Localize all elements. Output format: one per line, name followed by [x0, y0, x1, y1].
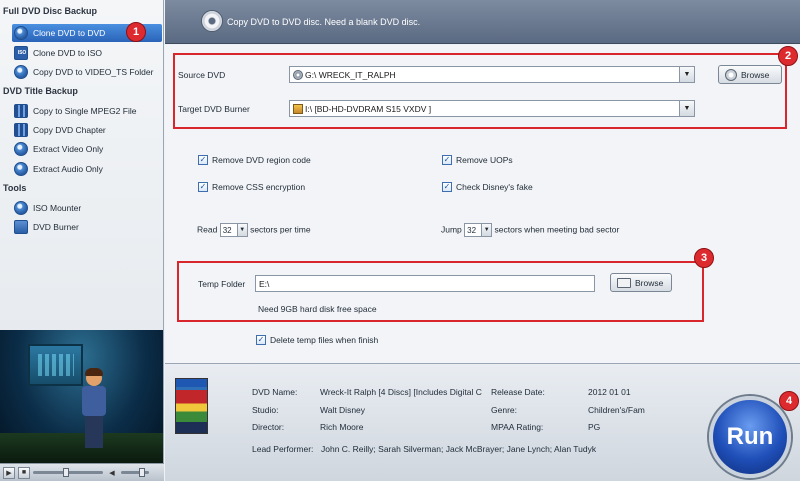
sidebar-item-label: Copy DVD to VIDEO_TS Folder — [33, 67, 154, 77]
genre-label: Genre: — [491, 405, 517, 415]
disc-copy-icon — [201, 10, 223, 32]
sidebar-item-label: DVD Burner — [33, 222, 79, 232]
sidebar-item-clone-dvd-to-iso[interactable]: Clone DVD to ISO — [12, 44, 162, 62]
checkmark-icon: ✓ — [442, 155, 452, 165]
sidebar-item-label: Copy DVD Chapter — [33, 125, 106, 135]
sidebar: Full DVD Disc Backup Clone DVD to DVD Cl… — [0, 0, 164, 330]
seek-slider[interactable] — [33, 468, 103, 477]
sidebar-item-extract-audio[interactable]: Extract Audio Only — [12, 160, 162, 178]
film-icon — [14, 104, 28, 118]
callout-badge-1: 1 — [126, 22, 146, 42]
jump-sectors-row: Jump 32 ▼ sectors when meeting bad sector — [441, 223, 619, 237]
studio-label: Studio: — [252, 405, 279, 415]
release-date-value: 2012 01 01 — [588, 387, 631, 397]
check-disney-checkbox[interactable]: ✓ Check Disney's fake — [442, 182, 533, 192]
checkmark-icon: ✓ — [442, 182, 452, 192]
sidebar-item-single-mpeg2[interactable]: Copy to Single MPEG2 File — [12, 102, 162, 120]
disc-browse-icon — [725, 68, 737, 81]
checkmark-icon: ✓ — [198, 155, 208, 165]
burner-drive-icon — [293, 103, 303, 114]
folder-disc-icon — [14, 65, 28, 79]
burner-icon — [14, 220, 28, 234]
temp-space-note: Need 9GB hard disk free space — [258, 304, 377, 314]
temp-folder-input[interactable]: E:\ — [255, 275, 595, 292]
genre-value: Children's/Fam — [588, 405, 645, 415]
callout-box-source-target — [173, 53, 787, 129]
read-sectors-select[interactable]: 32 ▼ — [219, 223, 248, 237]
chevron-down-icon[interactable]: ▼ — [679, 67, 694, 82]
video-preview — [0, 330, 164, 463]
mpaa-label: MPAA Rating: — [491, 422, 544, 432]
section-full-disc-backup: Full DVD Disc Backup — [3, 6, 98, 16]
lead-performer-value: John C. Reilly; Sarah Silverman; Jack Mc… — [321, 444, 597, 454]
release-date-label: Release Date: — [491, 387, 545, 397]
task-header: Copy DVD to DVD disc. Need a blank DVD d… — [165, 0, 800, 44]
remove-uops-checkbox[interactable]: ✓ Remove UOPs — [442, 155, 513, 165]
checkmark-icon: ✓ — [256, 335, 266, 345]
read-sectors-row: Read 32 ▼ sectors per time — [197, 223, 311, 237]
sidebar-item-label: Clone DVD to DVD — [33, 28, 106, 38]
sidebar-item-label: Extract Audio Only — [33, 164, 103, 174]
mount-icon — [14, 201, 28, 215]
director-label: Director: — [252, 422, 285, 432]
chevron-down-icon[interactable]: ▼ — [679, 101, 694, 116]
volume-slider[interactable] — [121, 468, 149, 477]
callout-badge-3: 3 — [694, 248, 714, 268]
remove-css-checkbox[interactable]: ✓ Remove CSS encryption — [198, 182, 305, 192]
stop-icon[interactable]: ■ — [18, 466, 30, 479]
director-value: Rich Moore — [320, 422, 364, 432]
sidebar-item-copy-chapter[interactable]: Copy DVD Chapter — [12, 121, 162, 139]
target-burner-select[interactable]: I:\ [BD-HD-DVDRAM S15 VXDV ] ▼ — [289, 100, 695, 117]
dvd-drive-icon — [293, 69, 303, 80]
run-button[interactable]: Run — [709, 396, 791, 478]
dvd-name-label: DVD Name: — [252, 387, 298, 397]
temp-browse-button[interactable]: Browse — [610, 273, 672, 292]
section-tools: Tools — [3, 183, 27, 193]
chevron-down-icon: ▼ — [481, 224, 492, 236]
video-icon — [14, 142, 28, 156]
dvd-name-value: Wreck-It Ralph [4 Discs] [Includes Digit… — [320, 387, 482, 397]
delete-temp-checkbox[interactable]: ✓ Delete temp files when finish — [256, 335, 378, 345]
sidebar-item-label: ISO Mounter — [33, 203, 82, 213]
volume-icon[interactable]: ◀ — [106, 467, 118, 479]
checkmark-icon: ✓ — [198, 182, 208, 192]
source-dvd-label: Source DVD — [178, 70, 226, 80]
remove-region-checkbox[interactable]: ✓ Remove DVD region code — [198, 155, 311, 165]
folder-icon — [617, 277, 631, 288]
sidebar-item-iso-mounter[interactable]: ISO Mounter — [12, 199, 162, 217]
preview-character — [78, 368, 110, 450]
jump-sectors-select[interactable]: 32 ▼ — [464, 223, 493, 237]
play-icon[interactable]: ▶ — [3, 466, 15, 479]
audio-icon — [14, 162, 28, 176]
lead-performer-label: Lead Performer: — [252, 444, 314, 454]
chevron-down-icon: ▼ — [236, 224, 247, 236]
iso-icon — [14, 46, 29, 60]
sidebar-item-dvd-burner[interactable]: DVD Burner — [12, 218, 162, 236]
section-title-backup: DVD Title Backup — [3, 86, 78, 96]
target-burner-label: Target DVD Burner — [178, 104, 250, 114]
studio-value: Walt Disney — [320, 405, 366, 415]
source-browse-button[interactable]: Browse — [718, 65, 782, 84]
preview-scene-screen — [28, 344, 83, 386]
sidebar-item-copy-to-video-ts[interactable]: Copy DVD to VIDEO_TS Folder — [12, 63, 162, 81]
mpaa-value: PG — [588, 422, 601, 432]
chapter-icon — [14, 123, 28, 137]
main-panel: 2 Source DVD G:\ WRECK_IT_RALPH ▼ Browse… — [165, 45, 800, 363]
sidebar-item-label: Clone DVD to ISO — [33, 48, 102, 58]
task-description: Copy DVD to DVD disc. Need a blank DVD d… — [227, 16, 421, 27]
sidebar-item-extract-video[interactable]: Extract Video Only — [12, 140, 162, 158]
source-dvd-select[interactable]: G:\ WRECK_IT_RALPH ▼ — [289, 66, 695, 83]
dvd-info-panel: DVD Name: Wreck-It Ralph [4 Discs] [Incl… — [165, 363, 800, 481]
callout-badge-4: 4 — [779, 391, 799, 411]
playback-controls: ▶ ■ ◀ — [0, 463, 164, 481]
sidebar-item-label: Copy to Single MPEG2 File — [33, 106, 137, 116]
sidebar-item-label: Extract Video Only — [33, 144, 104, 154]
dvd-cover-image — [175, 378, 208, 434]
temp-folder-label: Temp Folder — [198, 279, 246, 289]
disc-icon — [14, 26, 28, 40]
callout-badge-2: 2 — [778, 46, 798, 66]
